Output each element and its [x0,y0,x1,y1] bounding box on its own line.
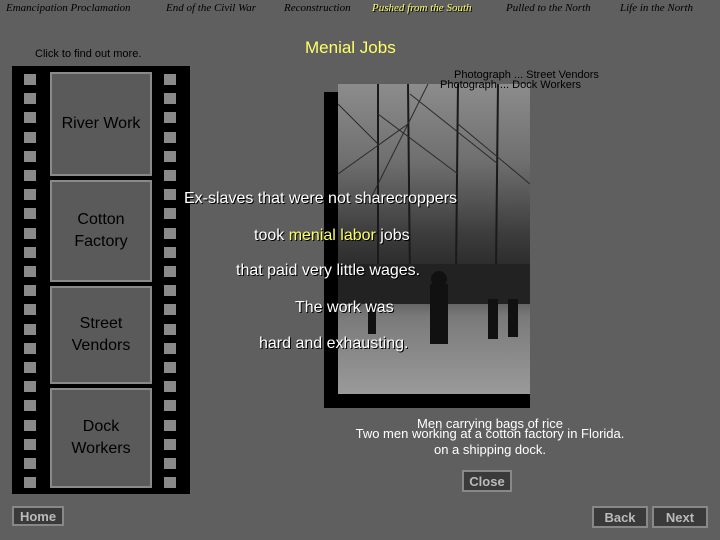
photo-link-dock-workers[interactable]: Photograph ... Dock Workers [440,79,581,91]
film-perforation [24,112,36,124]
nav-life-in-north[interactable]: Life in the North [620,2,693,14]
film-perforation [164,208,176,220]
film-perforation [164,246,176,258]
body-line-4: The work was [295,299,394,316]
film-perforation [164,131,176,143]
body-line-2-end: jobs [375,227,410,244]
menial-labor-highlight: menial labor [288,227,376,244]
film-perforation [24,458,36,469]
film-perforation [164,477,176,489]
film-perforation [24,477,36,489]
filmstrip-item-dock-workers[interactable]: Dock Workers [50,388,152,488]
film-perforation [24,438,36,450]
film-perforation [164,458,176,469]
filmstrip-item-street-vendors[interactable]: Street Vendors [50,286,152,384]
film-perforation [24,342,36,354]
back-button[interactable]: Back [592,506,648,528]
film-perforation [164,323,176,335]
page-title: Menial Jobs [305,38,396,57]
film-perforation [24,131,36,143]
film-perforation [24,208,36,220]
film-perforation [24,323,36,335]
body-line-1: Ex-slaves that were not sharecroppers [184,190,458,207]
filmstrip-item-river-work[interactable]: River Work [50,72,152,176]
film-perforation [164,189,176,201]
film-perforation [164,362,176,373]
body-line-2-start: took [254,227,289,244]
film-perforation [164,227,176,239]
close-button[interactable]: Close [462,470,512,492]
filmstrip: River Work Cotton Factory Street Vendors… [12,66,190,494]
film-perforation [24,285,36,297]
home-button[interactable]: Home [12,506,64,526]
film-perforation [164,150,176,162]
nav-reconstruction[interactable]: Reconstruction [284,2,351,14]
film-perforation [24,227,36,239]
film-perforation [24,400,36,412]
film-perforation [24,304,36,316]
film-perforation [24,266,36,277]
film-perforation [24,189,36,201]
filmstrip-item-cotton-factory[interactable]: Cotton Factory [50,180,152,282]
caption-line-2: on a shipping dock. [433,442,547,457]
nav-pulled-to-north[interactable]: Pulled to the North [506,2,591,14]
film-perforation [24,246,36,258]
next-button[interactable]: Next [652,506,708,528]
filmstrip-perforations-left [24,66,36,494]
film-perforation [164,285,176,297]
film-perforation [164,304,176,316]
film-perforation [164,93,176,105]
film-perforation [24,74,36,85]
film-perforation [24,419,36,431]
film-perforation [24,150,36,162]
nav-end-of-civil-war[interactable]: End of the Civil War [166,2,256,14]
film-perforation [24,170,36,181]
film-perforation [164,400,176,412]
film-perforation [164,419,176,431]
filmstrip-perforations-right [164,66,176,494]
film-perforation [24,381,36,393]
film-perforation [164,381,176,393]
nav-emancipation-proclamation[interactable]: Emancipation Proclamation [6,2,131,14]
film-perforation [164,112,176,124]
film-perforation [24,362,36,373]
film-perforation [164,342,176,354]
hint-text: Click to find out more. [35,48,142,60]
nav-pushed-from-south[interactable]: Pushed from the South [372,2,472,14]
body-line-3: that paid very little wages. [236,262,421,279]
film-perforation [164,74,176,85]
body-line-2: took menial labor jobs [254,227,410,245]
film-perforation [164,438,176,450]
film-perforation [164,266,176,277]
caption-line-1: Two men working at a cotton factory in F… [355,426,625,441]
film-perforation [24,93,36,105]
body-line-5: hard and exhausting. [259,335,409,352]
film-perforation [164,170,176,181]
